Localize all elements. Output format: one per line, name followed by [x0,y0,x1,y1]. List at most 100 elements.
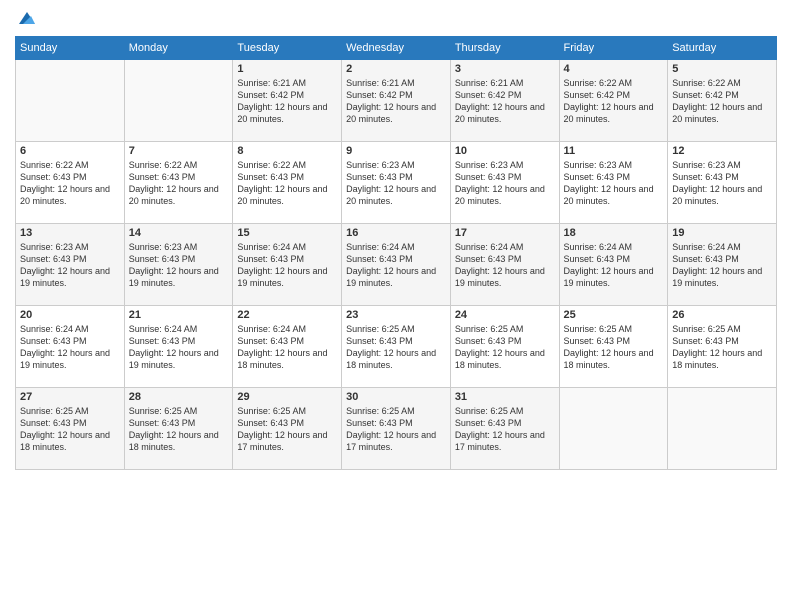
calendar-cell: 10Sunrise: 6:23 AM Sunset: 6:43 PM Dayli… [450,142,559,224]
weekday-header-saturday: Saturday [668,37,777,60]
calendar-cell: 8 Sunrise: 6:22 AM Sunset: 6:43 PM Daylig… [233,142,342,224]
day-info: Sunrise: 6:21 AM Sunset: 6:42 PM Dayligh… [346,77,446,126]
day-number: 19 [672,227,772,239]
day-number: 5 [672,63,772,75]
day-number: 2 [346,63,446,75]
calendar-cell [124,60,233,142]
calendar-table: SundayMondayTuesdayWednesdayThursdayFrid… [15,36,777,470]
calendar-cell: 7Sunrise: 6:22 AM Sunset: 6:43 PM Daylig… [124,142,233,224]
calendar-cell: 31Sunrise: 6:25 AM Sunset: 6:43 PM Dayli… [450,388,559,470]
day-info: Sunrise: 6:22 AM Sunset: 6:42 PM Dayligh… [564,77,664,126]
day-info: Sunrise: 6:24 AM Sunset: 6:43 PM Dayligh… [672,241,772,290]
weekday-header-tuesday: Tuesday [233,37,342,60]
day-number: 10 [455,145,555,157]
calendar-cell: 17 Sunrise: 6:24 AM Sunset: 6:43 PM Dayli… [450,224,559,306]
calendar-cell: 27 Sunrise: 6:25 AM Sunset: 6:43 PM Dayli… [16,388,125,470]
day-number: 17 [455,227,555,239]
day-info: Sunrise: 6:25 AM Sunset: 6:43 PM Dayligh… [455,323,555,372]
day-info: Sunrise: 6:24 AM Sunset: 6:43 PM Dayligh… [455,241,555,290]
day-info: Sunrise: 6:24 AM Sunset: 6:43 PM Dayligh… [20,323,120,372]
calendar-cell: 6 Sunrise: 6:22 AM Sunset: 6:43 PM Daylig… [16,142,125,224]
day-info: Sunrise: 6:25 AM Sunset: 6:43 PM Dayligh… [346,323,446,372]
calendar-cell: 30 Sunrise: 6:25 AM Sunset: 6:43 PM Dayli… [342,388,451,470]
day-number: 26 [672,309,772,321]
day-info: Sunrise: 6:23 AM Sunset: 6:43 PM Dayligh… [129,241,229,290]
day-number: 6 [20,145,120,157]
day-info: Sunrise: 6:22 AM Sunset: 6:42 PM Dayligh… [672,77,772,126]
weekday-header-wednesday: Wednesday [342,37,451,60]
day-number: 11 [564,145,664,157]
day-info: Sunrise: 6:22 AM Sunset: 6:43 PM Dayligh… [20,159,120,208]
day-info: Sunrise: 6:24 AM Sunset: 6:43 PM Dayligh… [129,323,229,372]
day-number: 21 [129,309,229,321]
calendar-cell: 2 Sunrise: 6:21 AM Sunset: 6:42 PM Daylig… [342,60,451,142]
logo-icon [17,8,37,28]
logo [15,10,37,28]
calendar-cell: 28 Sunrise: 6:25 AM Sunset: 6:43 PM Dayli… [124,388,233,470]
calendar-week-row: 27 Sunrise: 6:25 AM Sunset: 6:43 PM Dayli… [16,388,777,470]
day-info: Sunrise: 6:21 AM Sunset: 6:42 PM Dayligh… [455,77,555,126]
day-number: 29 [237,391,337,403]
day-info: Sunrise: 6:24 AM Sunset: 6:43 PM Dayligh… [237,323,337,372]
header [15,10,777,28]
day-number: 27 [20,391,120,403]
day-info: Sunrise: 6:25 AM Sunset: 6:43 PM Dayligh… [20,405,120,454]
calendar-cell: 13Sunrise: 6:23 AM Sunset: 6:43 PM Dayli… [16,224,125,306]
day-number: 1 [237,63,337,75]
calendar-cell: 3 Sunrise: 6:21 AM Sunset: 6:42 PM Daylig… [450,60,559,142]
day-info: Sunrise: 6:22 AM Sunset: 6:43 PM Dayligh… [237,159,337,208]
day-number: 25 [564,309,664,321]
calendar-cell [668,388,777,470]
day-number: 20 [20,309,120,321]
calendar-cell [559,388,668,470]
day-info: Sunrise: 6:25 AM Sunset: 6:43 PM Dayligh… [237,405,337,454]
day-info: Sunrise: 6:21 AM Sunset: 6:42 PM Dayligh… [237,77,337,126]
day-info: Sunrise: 6:23 AM Sunset: 6:43 PM Dayligh… [20,241,120,290]
calendar-cell: 25 Sunrise: 6:25 AM Sunset: 6:43 PM Dayli… [559,306,668,388]
day-info: Sunrise: 6:24 AM Sunset: 6:43 PM Dayligh… [237,241,337,290]
calendar-cell: 18Sunrise: 6:24 AM Sunset: 6:43 PM Dayli… [559,224,668,306]
calendar-cell: 14 Sunrise: 6:23 AM Sunset: 6:43 PM Dayli… [124,224,233,306]
day-number: 30 [346,391,446,403]
day-info: Sunrise: 6:25 AM Sunset: 6:43 PM Dayligh… [564,323,664,372]
calendar-week-row: 20 Sunrise: 6:24 AM Sunset: 6:43 PM Dayli… [16,306,777,388]
calendar-week-row: 13Sunrise: 6:23 AM Sunset: 6:43 PM Dayli… [16,224,777,306]
calendar-cell [16,60,125,142]
day-number: 3 [455,63,555,75]
day-number: 31 [455,391,555,403]
calendar-week-row: 1 Sunrise: 6:21 AM Sunset: 6:42 PM Daylig… [16,60,777,142]
calendar-cell: 12Sunrise: 6:23 AM Sunset: 6:43 PM Dayli… [668,142,777,224]
weekday-header-friday: Friday [559,37,668,60]
calendar-cell: 21 Sunrise: 6:24 AM Sunset: 6:43 PM Dayli… [124,306,233,388]
calendar-cell: 11Sunrise: 6:23 AM Sunset: 6:43 PM Dayli… [559,142,668,224]
weekday-header-row: SundayMondayTuesdayWednesdayThursdayFrid… [16,37,777,60]
calendar-cell: 20 Sunrise: 6:24 AM Sunset: 6:43 PM Dayli… [16,306,125,388]
calendar-cell: 19 Sunrise: 6:24 AM Sunset: 6:43 PM Dayli… [668,224,777,306]
day-info: Sunrise: 6:22 AM Sunset: 6:43 PM Dayligh… [129,159,229,208]
day-info: Sunrise: 6:25 AM Sunset: 6:43 PM Dayligh… [346,405,446,454]
day-number: 16 [346,227,446,239]
day-info: Sunrise: 6:23 AM Sunset: 6:43 PM Dayligh… [672,159,772,208]
calendar-cell: 29 Sunrise: 6:25 AM Sunset: 6:43 PM Dayli… [233,388,342,470]
page: SundayMondayTuesdayWednesdayThursdayFrid… [0,0,792,612]
calendar-cell: 23 Sunrise: 6:25 AM Sunset: 6:43 PM Dayli… [342,306,451,388]
calendar-cell: 1 Sunrise: 6:21 AM Sunset: 6:42 PM Daylig… [233,60,342,142]
calendar-header: SundayMondayTuesdayWednesdayThursdayFrid… [16,37,777,60]
day-info: Sunrise: 6:25 AM Sunset: 6:43 PM Dayligh… [129,405,229,454]
calendar-cell: 16Sunrise: 6:24 AM Sunset: 6:43 PM Dayli… [342,224,451,306]
calendar-body: 1 Sunrise: 6:21 AM Sunset: 6:42 PM Daylig… [16,60,777,470]
calendar-cell: 24Sunrise: 6:25 AM Sunset: 6:43 PM Dayli… [450,306,559,388]
weekday-header-thursday: Thursday [450,37,559,60]
day-number: 22 [237,309,337,321]
day-info: Sunrise: 6:23 AM Sunset: 6:43 PM Dayligh… [346,159,446,208]
calendar-cell: 15Sunrise: 6:24 AM Sunset: 6:43 PM Dayli… [233,224,342,306]
calendar-cell: 22 Sunrise: 6:24 AM Sunset: 6:43 PM Dayli… [233,306,342,388]
day-number: 14 [129,227,229,239]
calendar-week-row: 6 Sunrise: 6:22 AM Sunset: 6:43 PM Daylig… [16,142,777,224]
day-number: 8 [237,145,337,157]
day-number: 28 [129,391,229,403]
weekday-header-monday: Monday [124,37,233,60]
day-number: 23 [346,309,446,321]
day-number: 9 [346,145,446,157]
calendar-cell: 26Sunrise: 6:25 AM Sunset: 6:43 PM Dayli… [668,306,777,388]
